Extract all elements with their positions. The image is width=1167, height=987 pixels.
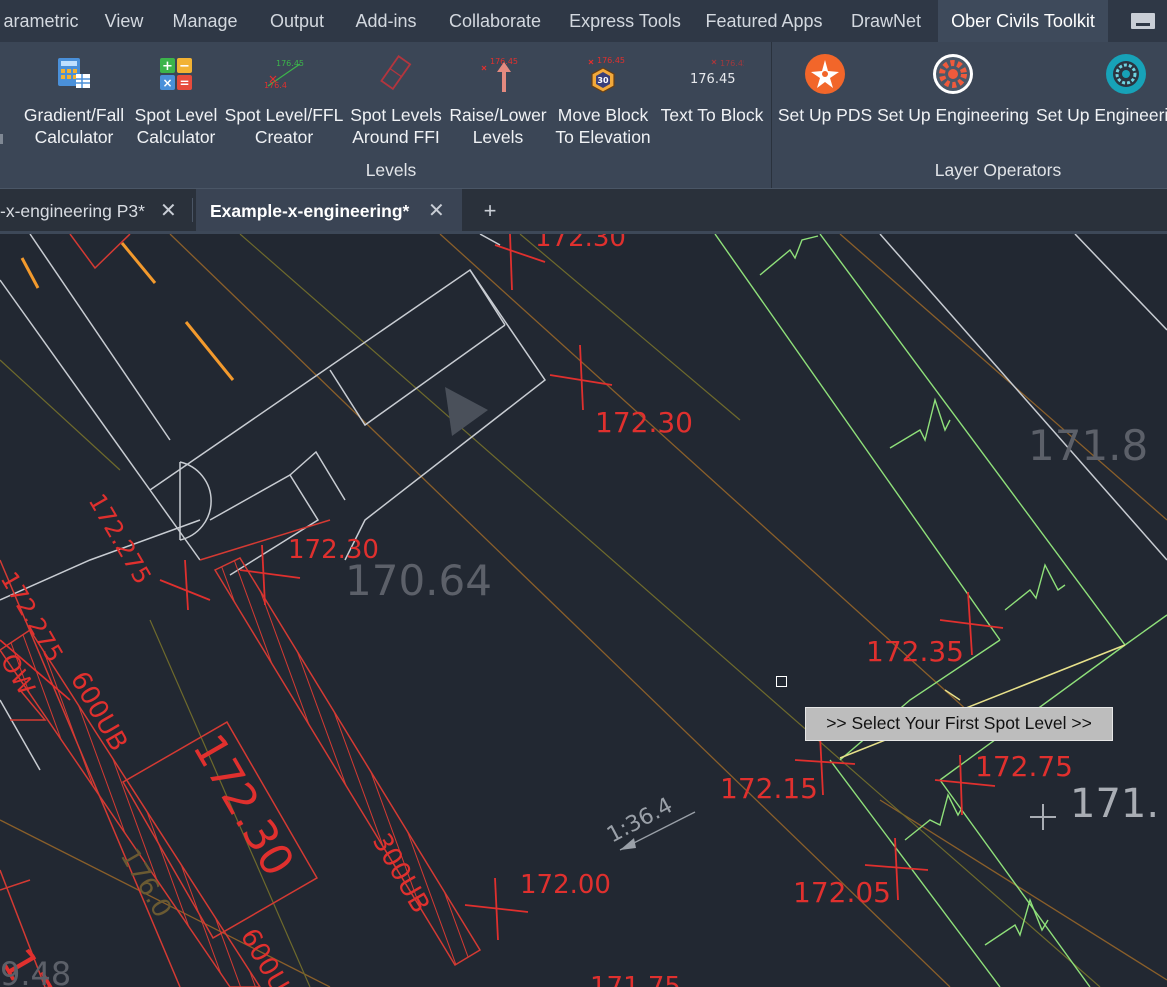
math-calculator-icon: + − × = xyxy=(160,58,192,90)
svg-text:=: = xyxy=(179,76,189,90)
level-label-7: 172.15 xyxy=(720,772,818,805)
tab-ober-civils-toolkit[interactable]: Ober Civils Toolkit xyxy=(938,0,1108,42)
raise-lower-levels-button[interactable]: 176.45 Raise/Lower Levels xyxy=(446,42,550,154)
grey-level-cross: 171. xyxy=(1030,781,1159,830)
grey-level-3: 171. xyxy=(1070,781,1159,827)
new-tab-plus-icon[interactable]: + xyxy=(478,189,502,233)
svg-text:+: + xyxy=(162,59,173,74)
layer-operators-panel-title: Layer Operators xyxy=(934,160,1062,180)
set-up-engineering-button[interactable]: Set Up Engineering xyxy=(874,42,1032,154)
icon-text-c4: 176.45 xyxy=(690,72,736,87)
icon-text-c3: 176.45 xyxy=(720,59,744,68)
tab-add-ins[interactable]: Add-ins xyxy=(350,0,422,42)
tab-featured-apps[interactable]: Featured Apps xyxy=(700,0,828,42)
gradient-fall-calculator-button[interactable]: Gradient/Fall Calculator xyxy=(18,42,130,154)
set-up-pds-button[interactable]: Set Up PDS xyxy=(776,42,874,154)
button-label-line1: Spot Level/FFL xyxy=(224,105,344,125)
doc-tab-label: Example-x-engineering* xyxy=(210,201,410,221)
star-badge-icon xyxy=(805,54,845,94)
icon-text-b: 176.4 xyxy=(264,81,287,90)
grey-level-4: 9.48 xyxy=(0,955,71,987)
button-label: Set Up PDS xyxy=(777,105,873,125)
drawing-canvas[interactable]: 172.30 172.30 172.30 172.275 172.275 172… xyxy=(0,234,1167,987)
button-label-line1: Move Block xyxy=(557,105,649,125)
green-linework xyxy=(714,234,1167,987)
button-label-line2: Calculator xyxy=(136,127,216,147)
building-outlines xyxy=(0,234,1167,771)
doc-tab-p3[interactable]: -x-engineering P3* ✕ xyxy=(0,189,190,231)
tab-drawnet[interactable]: DrawNet xyxy=(844,0,928,42)
tab-output[interactable]: Output xyxy=(262,0,332,42)
close-icon[interactable]: ✕ xyxy=(160,189,177,233)
ribbon: Gradient/Fall Calculator + − × = Spot Lev… xyxy=(0,42,1167,189)
levels-panel-title: Levels xyxy=(365,160,417,180)
spot-level-ffl-creator-button[interactable]: 176.45 176.4 Spot Level/FFL Creator xyxy=(222,42,346,154)
level-label-9: 172.05 xyxy=(793,876,891,909)
button-label: Set Up Engineeri xyxy=(1036,105,1167,125)
spot-level-calculator-button[interactable]: + − × = Spot Level Calculator xyxy=(130,42,222,154)
button-label-line1: Gradient/Fall xyxy=(23,105,125,125)
svg-text:×: × xyxy=(162,76,172,90)
grey-level-2: 171.8 xyxy=(1028,421,1148,470)
tab-divider xyxy=(192,198,193,222)
button-label-line1: Spot Level xyxy=(134,105,218,125)
panel-divider xyxy=(771,42,772,188)
level-label-4: 172.275 xyxy=(83,489,157,589)
spot-level-creator-icon: 176.45 176.4 xyxy=(264,59,304,90)
text-to-block-icon: 176.45 176.45 xyxy=(690,59,744,87)
level-label-10: 172.00 xyxy=(520,870,611,900)
raise-lower-arrow-icon: 176.45 xyxy=(481,57,518,92)
command-prompt-tooltip: >> Select Your First Spot Level >> xyxy=(805,707,1113,741)
button-label-line2: Calculator xyxy=(34,127,114,147)
button-label-line2: Levels xyxy=(472,127,524,147)
doc-tab-label: -x-engineering P3* xyxy=(0,201,145,221)
gear-badge-icon xyxy=(933,54,973,94)
set-up-engineering-2-button[interactable]: Set Up Engineeri xyxy=(1036,42,1167,154)
tab-express-tools[interactable]: Express Tools xyxy=(566,0,684,42)
level-label-2: 172.30 xyxy=(595,406,693,439)
button-label-line2: To Elevation xyxy=(555,127,651,147)
tab-parametric[interactable]: arametric xyxy=(0,0,82,42)
button-label-line1: Spot Levels xyxy=(350,105,442,125)
icon-text-c2: 176.45 xyxy=(597,56,625,65)
button-label-line1: Text To Block xyxy=(660,105,764,125)
cog-ring-icon xyxy=(1106,54,1146,94)
button-label-line1: Raise/Lower xyxy=(449,105,547,125)
icon-text-d: 30 xyxy=(597,76,609,85)
pickbox-cursor xyxy=(776,676,787,687)
cad-drawing: 172.30 172.30 172.30 172.275 172.275 172… xyxy=(0,234,1167,987)
level-label-8: 172.75 xyxy=(975,750,1073,783)
button-label: Set Up Engineering xyxy=(877,105,1029,125)
calculator-grid-icon xyxy=(58,58,90,88)
svg-text:−: − xyxy=(179,59,190,74)
spot-levels-around-icon xyxy=(380,55,412,91)
tab-collaborate[interactable]: Collaborate xyxy=(442,0,548,42)
text-to-block-button[interactable]: 176.45 176.45 Text To Block xyxy=(656,42,768,154)
move-block-3d-icon: 176.45 30 xyxy=(588,56,625,93)
grey-level-1: 170.64 xyxy=(345,556,492,605)
button-label-line2: Creator xyxy=(254,127,314,147)
slope-indicator: 1:36.4 xyxy=(603,793,696,851)
tab-view[interactable]: View xyxy=(98,0,150,42)
level-label-1: 172.30 xyxy=(535,234,626,253)
document-tab-bar: -x-engineering P3* ✕ Example-x-engineeri… xyxy=(0,189,1167,234)
level-label-6: 172.35 xyxy=(866,635,964,668)
close-icon[interactable]: ✕ xyxy=(428,189,445,233)
ribbon-tab-bar: arametric View Manage Output Add-ins Col… xyxy=(0,0,1167,43)
panel-edge-marker xyxy=(0,134,3,144)
doc-tab-example[interactable]: Example-x-engineering* ✕ xyxy=(196,189,462,231)
icon-text-a: 176.45 xyxy=(276,59,304,68)
level-label-11: 171.75 xyxy=(590,972,681,987)
minimize-ribbon-icon[interactable] xyxy=(1131,13,1155,29)
spot-levels-around-ffi-button[interactable]: Spot Levels Around FFI xyxy=(346,42,446,154)
tab-manage[interactable]: Manage xyxy=(166,0,244,42)
move-block-to-elevation-button[interactable]: 176.45 30 Move Block To Elevation xyxy=(550,42,656,154)
button-label-line2: Around FFI xyxy=(352,127,440,147)
